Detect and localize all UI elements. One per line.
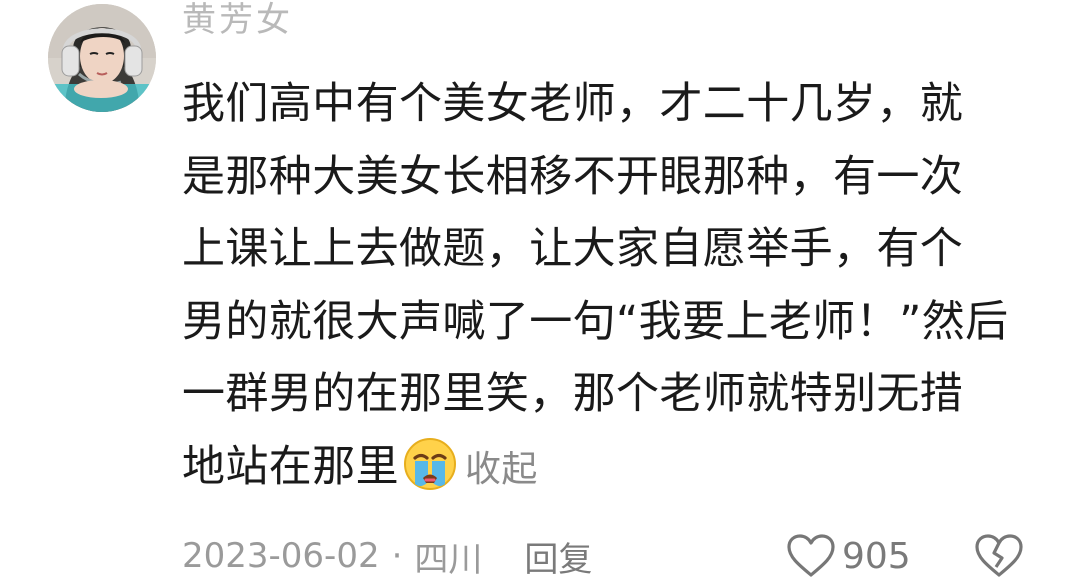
comment-card: 黄芳女 我们高中有个美女老师，才二十几岁，就 是那种大美女长相移不开眼那种，有一…	[0, 0, 1080, 585]
comment-line: 我们高中有个美女老师，才二十几岁，就	[182, 79, 964, 129]
avatar-image	[48, 4, 156, 112]
like-count: 905	[842, 535, 911, 577]
comment-line: 一群男的在那里笑，那个老师就特别无措	[182, 369, 964, 419]
comment-line: 地站在那里	[182, 441, 399, 492]
comment-meta: 2023-06-02 · 四川 回复 905	[182, 528, 1062, 584]
comment-body: 我们高中有个美女老师，才二十几岁，就 是那种大美女长相移不开眼那种，有一次 上课…	[182, 68, 1042, 503]
comment-location: 四川	[414, 539, 483, 580]
comment-line: 上课让上去做题，让大家自愿举手，有个	[182, 224, 964, 274]
crying-face-icon	[401, 435, 459, 493]
username[interactable]: 黄芳女	[182, 0, 293, 50]
comment-last-line: 地站在那里 收起	[182, 431, 1042, 504]
heart-outline-icon	[786, 533, 836, 579]
broken-heart-icon[interactable]	[974, 533, 1024, 579]
comment-line: 男的就很大声喊了一句“我要上老师！”然后	[182, 296, 1009, 347]
meta-separator: ·	[391, 536, 403, 576]
reply-button[interactable]: 回复	[524, 532, 592, 581]
comment-line: 是那种大美女长相移不开眼那种，有一次	[182, 151, 964, 202]
comment-date: 2023-06-02	[182, 536, 380, 576]
collapse-link[interactable]: 收起	[465, 449, 538, 490]
avatar[interactable]	[48, 4, 156, 112]
like-button[interactable]: 905	[786, 528, 911, 584]
